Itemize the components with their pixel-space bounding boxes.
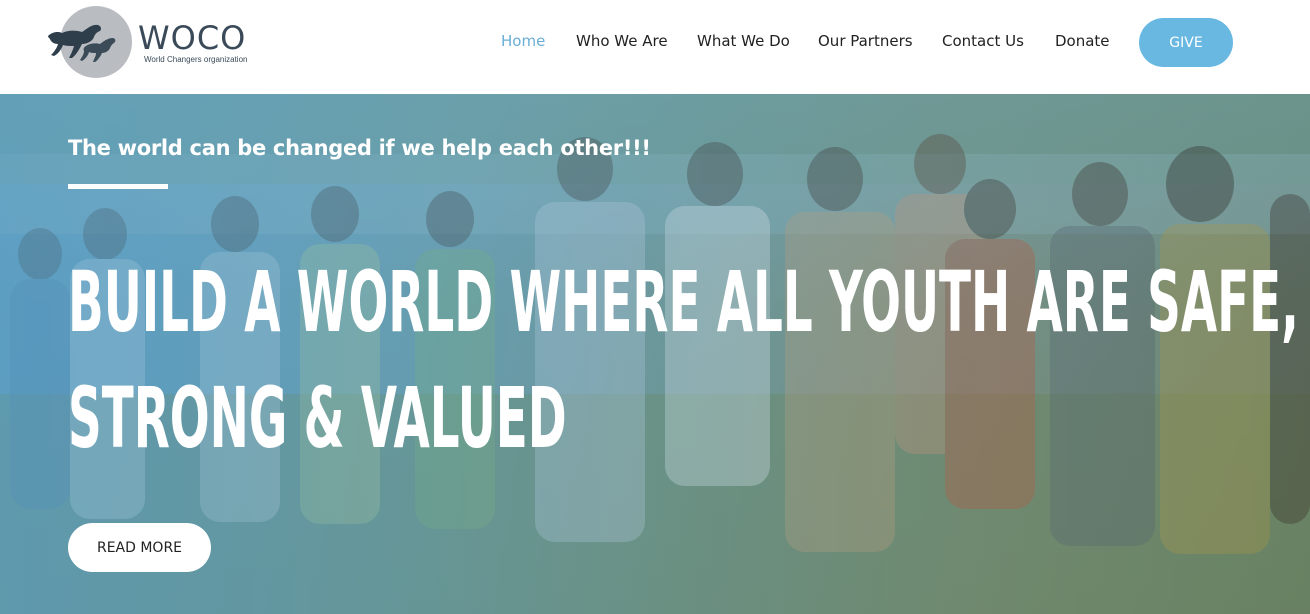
hero-banner: The world can be changed if we help each…: [0, 94, 1310, 614]
hero-headline-line-2: strong & valued: [68, 369, 567, 467]
tagline-underline: [68, 184, 168, 189]
nav-home[interactable]: Home: [501, 31, 545, 51]
give-button[interactable]: GIVE: [1139, 18, 1233, 67]
nav-contact-us[interactable]: Contact Us: [942, 31, 1024, 51]
nav-our-partners[interactable]: Our Partners: [818, 31, 913, 51]
nav-what-we-do[interactable]: What We Do: [697, 31, 790, 51]
hero-headline: Build a world where all youth are safe, …: [68, 244, 1299, 476]
hero-headline-line-1: Build a world where all youth are safe,: [68, 253, 1299, 351]
nav-who-we-are[interactable]: Who We Are: [576, 31, 668, 51]
main-nav: Home Who We Are What We Do Our Partners …: [0, 0, 1310, 94]
site-header: WOCO World Changers organization Home Wh…: [0, 0, 1310, 94]
nav-donate[interactable]: Donate: [1055, 31, 1110, 51]
hero-tagline: The world can be changed if we help each…: [68, 136, 651, 160]
read-more-button[interactable]: READ MORE: [68, 523, 211, 572]
